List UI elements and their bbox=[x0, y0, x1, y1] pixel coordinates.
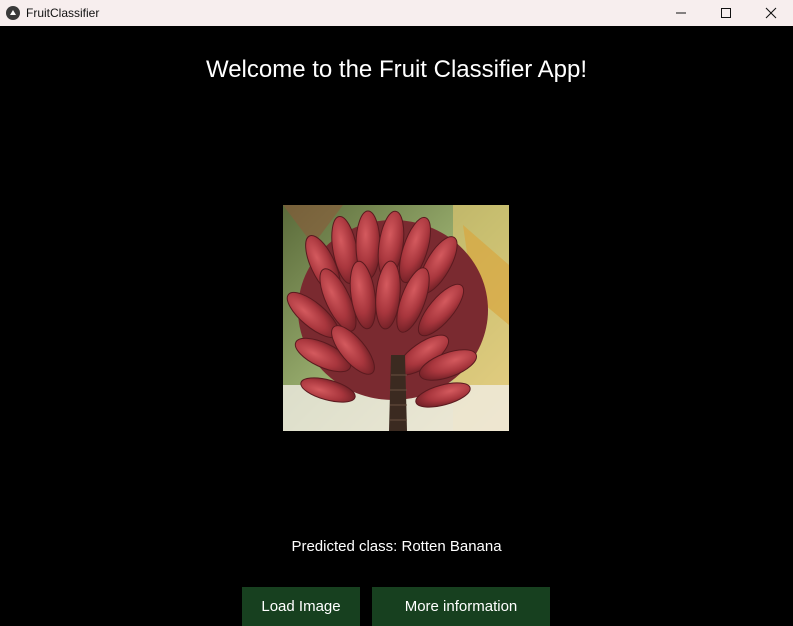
minimize-button[interactable] bbox=[658, 0, 703, 26]
kivy-app-icon bbox=[6, 6, 20, 20]
close-button[interactable] bbox=[748, 0, 793, 26]
fruit-image bbox=[283, 205, 509, 431]
close-icon bbox=[765, 7, 776, 19]
load-image-button[interactable]: Load Image bbox=[242, 587, 360, 626]
title-bar[interactable]: FruitClassifier bbox=[0, 0, 793, 26]
welcome-heading: Welcome to the Fruit Classifier App! bbox=[205, 56, 588, 83]
app-window: FruitClassifier Welcome to the Fruit Cla… bbox=[0, 0, 793, 626]
maximize-icon bbox=[720, 8, 731, 18]
minimize-icon bbox=[675, 12, 686, 14]
maximize-button[interactable] bbox=[703, 0, 748, 26]
more-information-button[interactable]: More information bbox=[372, 587, 550, 626]
window-controls bbox=[658, 0, 793, 26]
prediction-label: Predicted class: Rotten Banana bbox=[291, 538, 502, 555]
window-title: FruitClassifier bbox=[26, 6, 100, 20]
